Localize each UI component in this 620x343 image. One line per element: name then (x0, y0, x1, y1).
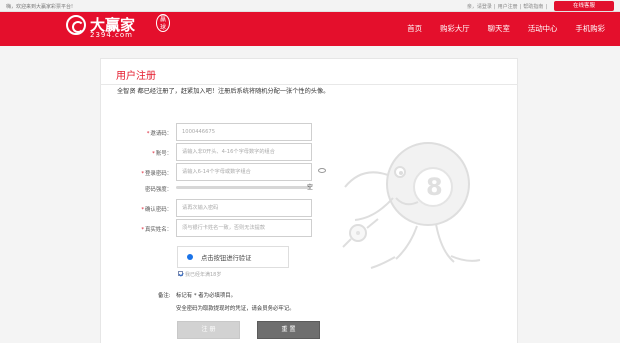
confirm-password-label: *确认密码： (141, 207, 172, 213)
confirm-password-input[interactable]: 请再次输入密码 (176, 199, 312, 217)
password-strength-status: 空 (307, 184, 314, 191)
account-label: *账号： (152, 151, 172, 157)
nav-chat-room[interactable]: 聊天室 (479, 12, 519, 46)
help-link[interactable]: 帮助指南 (523, 4, 543, 10)
top-account-links: 亲，请登录 | 用户注册 | 帮助指南 | (466, 3, 548, 10)
svg-text:8: 8 (426, 173, 443, 201)
brand-badge: 贏 球 (156, 14, 170, 32)
reset-button[interactable]: 重 置 (257, 321, 320, 339)
site-logo[interactable]: 大赢家 2394.com 贏 球 (66, 13, 170, 45)
welcome-message: 嗨，欢迎来到大赢家彩票平台! (6, 4, 74, 10)
password-strength-row: 密码强度： 空 (120, 181, 360, 201)
age-agreement-label: 我已经年满18岁 (185, 272, 222, 278)
real-name-row: *真实姓名： 须与银行卡姓名一致，否则无法提款 (120, 219, 360, 239)
nav-lottery-hall[interactable]: 购彩大厅 (431, 12, 479, 46)
confirm-password-row: *确认密码： 请再次输入密码 (120, 199, 360, 219)
notes-label: 备注: (158, 293, 171, 299)
account-input[interactable]: 请输入非0开头、4-16个字母数字的组合 (176, 143, 312, 161)
age-agreement-checkbox[interactable] (178, 271, 183, 276)
register-button[interactable]: 注 册 (177, 321, 240, 339)
password-strength-bar (176, 186, 311, 189)
required-fields-note: 标记有 * 者为必填项目。 (176, 293, 237, 299)
account-row: *账号： 请输入非0开头、4-16个字母数字的组合 (120, 143, 360, 163)
nav-activity-center[interactable]: 活动中心 (519, 12, 567, 46)
main-navigation: 首页 购彩大厅 聊天室 活动中心 手机购彩 (398, 12, 614, 46)
mascot-illustration: 8 (342, 142, 481, 269)
dolphin-logo-icon (66, 15, 86, 35)
real-name-label: *真实姓名： (141, 227, 172, 233)
password-strength-label: 密码强度： (145, 187, 172, 193)
invite-code-input[interactable]: 1000446675 (176, 123, 312, 141)
captcha-verification-button[interactable]: 点击按钮进行验证 (177, 246, 289, 268)
verify-dot-icon (187, 254, 193, 260)
security-password-note: 安全密码为取款提现时的凭证，请会员务必牢记。 (176, 306, 295, 312)
page-title: 用户注册 (116, 71, 156, 82)
real-name-input[interactable]: 须与银行卡姓名一致，否则无法提款 (176, 219, 312, 237)
title-divider (100, 84, 518, 85)
invite-code-row: *邀请码： 1000446675 (120, 123, 360, 143)
separator: | (545, 4, 547, 10)
nav-home[interactable]: 首页 (398, 12, 431, 46)
login-password-row: *登录密码： 请输入6-14个字母或数字组合 (120, 163, 360, 183)
registration-intro: 全智贤 都已经注册了，赶紧加入吧！注册后系统将随机分配一张个性的头像。 (117, 88, 330, 95)
register-link[interactable]: 用户注册 (498, 4, 518, 10)
invite-code-label: *邀请码： (146, 131, 172, 137)
login-password-label: *登录密码： (141, 171, 172, 177)
eye-icon[interactable] (318, 168, 326, 173)
separator: | (519, 4, 522, 10)
login-link[interactable]: 亲，请登录 (467, 4, 492, 10)
brand-domain: 2394.com (90, 31, 133, 39)
separator: | (493, 4, 496, 10)
top-utility-bar: 嗨，欢迎来到大赢家彩票平台! 亲，请登录 | 用户注册 | 帮助指南 | 在线客服 (0, 0, 620, 12)
login-password-input[interactable]: 请输入6-14个字母或数字组合 (176, 163, 312, 181)
ball-mascot-icon: 8 (342, 142, 481, 269)
online-service-button[interactable]: 在线客服 (554, 1, 614, 11)
nav-mobile-lottery[interactable]: 手机购彩 (566, 12, 614, 46)
captcha-verification-label: 点击按钮进行验证 (201, 255, 252, 262)
